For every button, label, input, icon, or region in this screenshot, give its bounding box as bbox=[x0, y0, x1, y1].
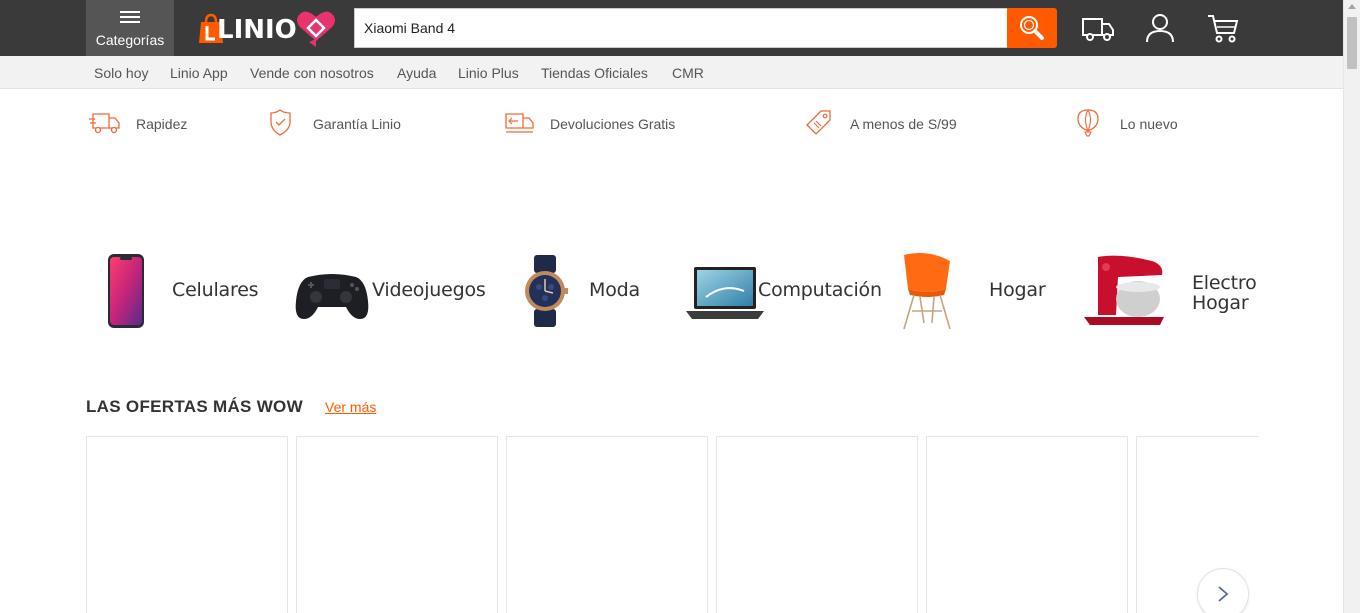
category-moda[interactable]: Moda bbox=[520, 245, 640, 337]
search-input[interactable] bbox=[355, 9, 1007, 47]
search-button[interactable] bbox=[1007, 8, 1057, 48]
benefit-label: Garantía Linio bbox=[313, 116, 401, 132]
see-more-link[interactable]: Ver más bbox=[325, 399, 376, 415]
watch-image bbox=[525, 255, 568, 327]
logo-wordmark: LINIO bbox=[217, 15, 297, 45]
scrollbar-thumb[interactable] bbox=[1347, 17, 1357, 69]
hamburger-icon bbox=[120, 11, 140, 25]
balloon-icon bbox=[1077, 109, 1099, 137]
scroll-up-arrow-icon[interactable] bbox=[1348, 4, 1356, 9]
secondary-nav: Solo hoy Linio App Vende con nosotros Ay… bbox=[0, 56, 1343, 89]
stand-mixer-image bbox=[1084, 255, 1164, 325]
benefit-garantia: Garantía Linio bbox=[268, 106, 418, 140]
return-truck-icon bbox=[505, 113, 534, 133]
gamepad-image bbox=[295, 274, 369, 319]
carousel-next-button[interactable] bbox=[1197, 568, 1249, 613]
offer-card[interactable] bbox=[506, 436, 708, 613]
category-electro-hogar[interactable]: Electro Hogar bbox=[1076, 245, 1257, 337]
benefit-devoluciones: Devoluciones Gratis bbox=[503, 106, 693, 140]
shield-check-icon bbox=[270, 109, 291, 136]
benefit-lo-nuevo: Lo nuevo bbox=[1076, 106, 1196, 140]
benefit-rapidez: Rapidez bbox=[89, 106, 209, 140]
benefit-label: Lo nuevo bbox=[1120, 116, 1178, 132]
category-label: Hogar bbox=[989, 279, 1046, 301]
chair-image bbox=[903, 253, 951, 330]
cart-icon[interactable] bbox=[1205, 10, 1241, 46]
category-label-line1: Electro bbox=[1192, 272, 1257, 294]
category-hogar[interactable]: Hogar bbox=[896, 245, 1046, 337]
category-label: Videojuegos bbox=[372, 279, 486, 301]
heart-logo-icon bbox=[297, 11, 335, 47]
fast-truck-icon bbox=[89, 113, 120, 134]
laptop-image bbox=[686, 267, 764, 319]
nav-link-cmr[interactable]: CMR bbox=[672, 65, 704, 81]
benefit-label: Rapidez bbox=[136, 116, 188, 132]
nav-link-linio-app[interactable]: Linio App bbox=[170, 65, 228, 81]
categories-menu-button[interactable]: Categorías bbox=[86, 0, 174, 56]
category-label: Moda bbox=[589, 279, 640, 301]
offer-card[interactable] bbox=[716, 436, 918, 613]
benefit-label: Devoluciones Gratis bbox=[550, 116, 676, 132]
category-label: Computación bbox=[758, 279, 882, 301]
category-computacion[interactable]: Computación bbox=[686, 245, 882, 337]
nav-link-tiendas-oficiales[interactable]: Tiendas Oficiales bbox=[541, 65, 648, 81]
offers-carousel bbox=[86, 436, 1258, 613]
linio-logo[interactable]: LINIO bbox=[195, 9, 340, 49]
nav-link-vende-con-nosotros[interactable]: Vende con nosotros bbox=[250, 65, 374, 81]
nav-link-ayuda[interactable]: Ayuda bbox=[397, 65, 436, 81]
category-label-line2: Hogar bbox=[1192, 292, 1249, 314]
search-bar bbox=[354, 8, 1008, 48]
benefit-label: A menos de S/99 bbox=[850, 116, 957, 132]
category-celulares[interactable]: Celulares bbox=[100, 245, 259, 337]
benefit-a-menos: A menos de S/99 bbox=[805, 106, 975, 140]
smartphone-image bbox=[108, 254, 144, 328]
offer-card[interactable] bbox=[86, 436, 288, 613]
delivery-truck-icon[interactable] bbox=[1080, 10, 1116, 46]
offer-card[interactable] bbox=[926, 436, 1128, 613]
search-icon bbox=[1020, 16, 1044, 40]
category-videojuegos[interactable]: Videojuegos bbox=[290, 245, 486, 337]
offers-section-title: LAS OFERTAS MÁS WOW bbox=[86, 397, 303, 416]
price-tag-icon bbox=[806, 110, 831, 135]
user-icon[interactable] bbox=[1142, 10, 1178, 46]
category-label: Electro Hogar bbox=[1192, 273, 1257, 313]
vertical-scrollbar[interactable] bbox=[1343, 0, 1360, 613]
nav-link-linio-plus[interactable]: Linio Plus bbox=[458, 65, 519, 81]
chevron-right-icon bbox=[1218, 586, 1229, 602]
categories-label: Categorías bbox=[95, 32, 165, 48]
category-label: Celulares bbox=[172, 279, 259, 301]
nav-link-solo-hoy[interactable]: Solo hoy bbox=[94, 65, 148, 81]
offer-card[interactable] bbox=[296, 436, 498, 613]
